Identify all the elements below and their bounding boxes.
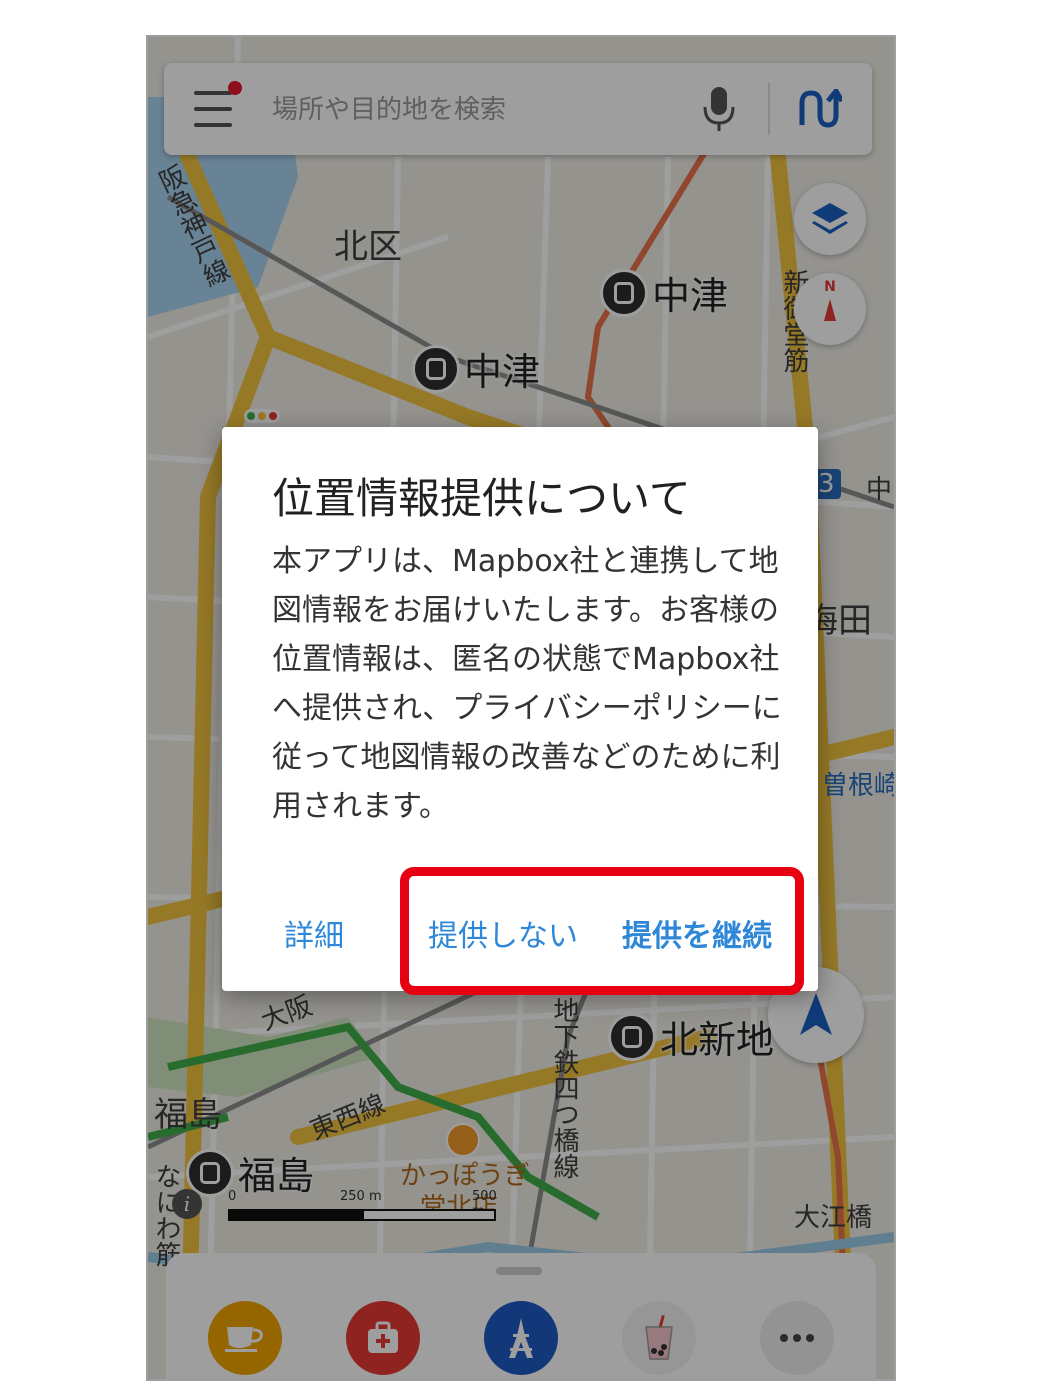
phone-screen: 北区 阪急神戸線 新御堂筋 梅田 曽根崎 大阪 東西線 地下鉄四つ橋線 かっぽう… bbox=[146, 35, 896, 1381]
details-button[interactable]: 詳細 bbox=[284, 911, 344, 955]
dialog-body: 本アプリは、Mapbox社と連携して地図情報をお届けいたします。お客様の位置情報… bbox=[272, 544, 782, 824]
dialog-title: 位置情報提供について bbox=[272, 474, 691, 523]
highlight-frame bbox=[400, 867, 804, 995]
